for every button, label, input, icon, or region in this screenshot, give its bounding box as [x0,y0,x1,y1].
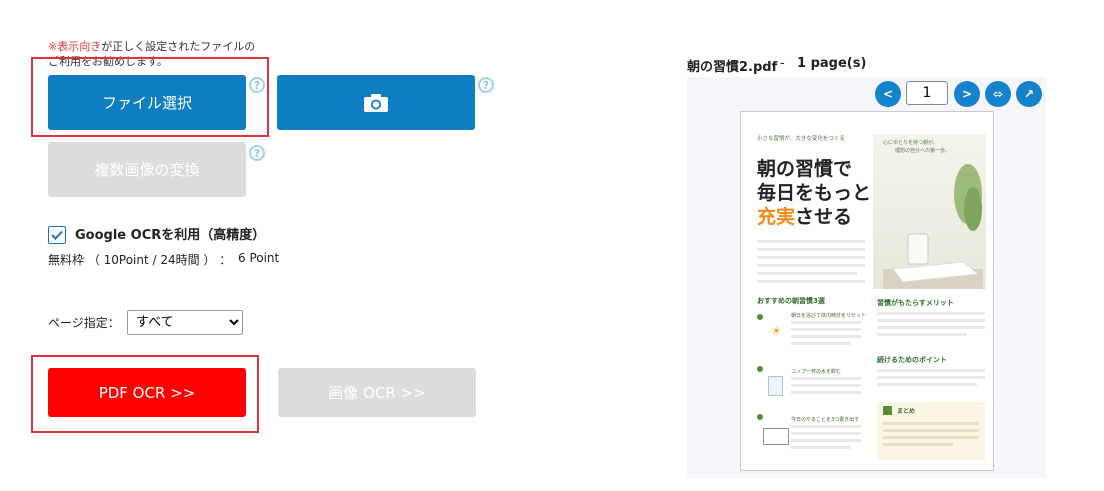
doc-tagline: 小さな習慣が、大きな変化をつくる [757,136,845,142]
page-select-dropdown[interactable]: すべて [127,310,243,335]
camera-icon [364,93,388,112]
google-ocr-checkbox[interactable] [48,226,66,244]
doc-title-accent: 充実 [757,206,796,228]
file-select-button[interactable]: ファイル選択 [48,75,246,130]
doc-title-line3: させる [795,206,853,228]
page-number-input[interactable] [906,81,948,105]
doc-section-recommend: おすすめの朝習慣3選 [757,297,825,305]
note-text: が正しく設定されたファイルの [101,40,256,53]
doc-summary-title: まとめ [897,408,916,415]
pdf-page-preview: 小さな習慣が、大きな変化をつくる 朝の習慣で 毎日をもっと 充実させる 心にゆと… [740,111,994,471]
free-quota-label: 無料枠 （ 10Point / 24時間 ） ： [48,253,232,267]
note-highlight: ※表示向き [48,40,102,53]
camera-button[interactable] [277,75,475,130]
google-ocr-label: Google OCRを利用（高精度） [75,228,266,243]
next-page-button[interactable]: > [954,81,980,107]
doc-item1: 朝日を浴びて体内時計をリセット [791,313,867,319]
help-icon[interactable]: ? [478,77,494,93]
page-select-label: ページ指定： [48,316,120,330]
prev-page-button[interactable]: < [875,81,901,107]
help-icon[interactable]: ? [249,77,265,93]
checkmark-icon [51,230,63,240]
coffee-plant-illustration [883,164,983,289]
help-icon[interactable]: ? [249,145,265,161]
page-count: 1 page(s) [797,56,867,71]
pdf-filename: 朝の習慣2.pdf [687,60,778,75]
pdf-ocr-button[interactable]: PDF OCR >> [48,368,246,417]
flag-icon [883,406,892,415]
notebook-icon [763,428,789,445]
doc-title-line1: 朝の習慣で [757,158,853,180]
fit-width-icon[interactable]: ⬄ [985,81,1011,107]
doc-item2: コップ一杯の水を飲む [791,369,842,375]
multi-image-convert-button[interactable]: 複数画像の変換 [48,142,246,197]
doc-photo-caption1: 心にゆとりを持つ朝が、 [883,140,938,146]
image-ocr-button[interactable]: 画像 OCR >> [278,368,476,417]
open-external-icon[interactable]: ↗ [1016,81,1042,107]
doc-photo-caption2: 理想の自分への第一歩。 [895,148,951,154]
doc-summary-box: まとめ [877,402,985,460]
doc-section-continue: 続けるためのポイント [877,356,947,364]
sun-icon: ☀ [771,324,782,338]
glass-icon [768,376,783,396]
header-separator: - [780,56,785,71]
doc-item3: 今日のやることを3つ書き出す [791,417,860,423]
doc-photo: 心にゆとりを持つ朝が、 理想の自分への第一歩。 [873,134,986,289]
doc-section-merit: 習慣がもたらすメリット [877,299,954,307]
free-quota-value: 6 Point [238,251,280,265]
doc-title-line2: 毎日をもっと [757,182,872,204]
